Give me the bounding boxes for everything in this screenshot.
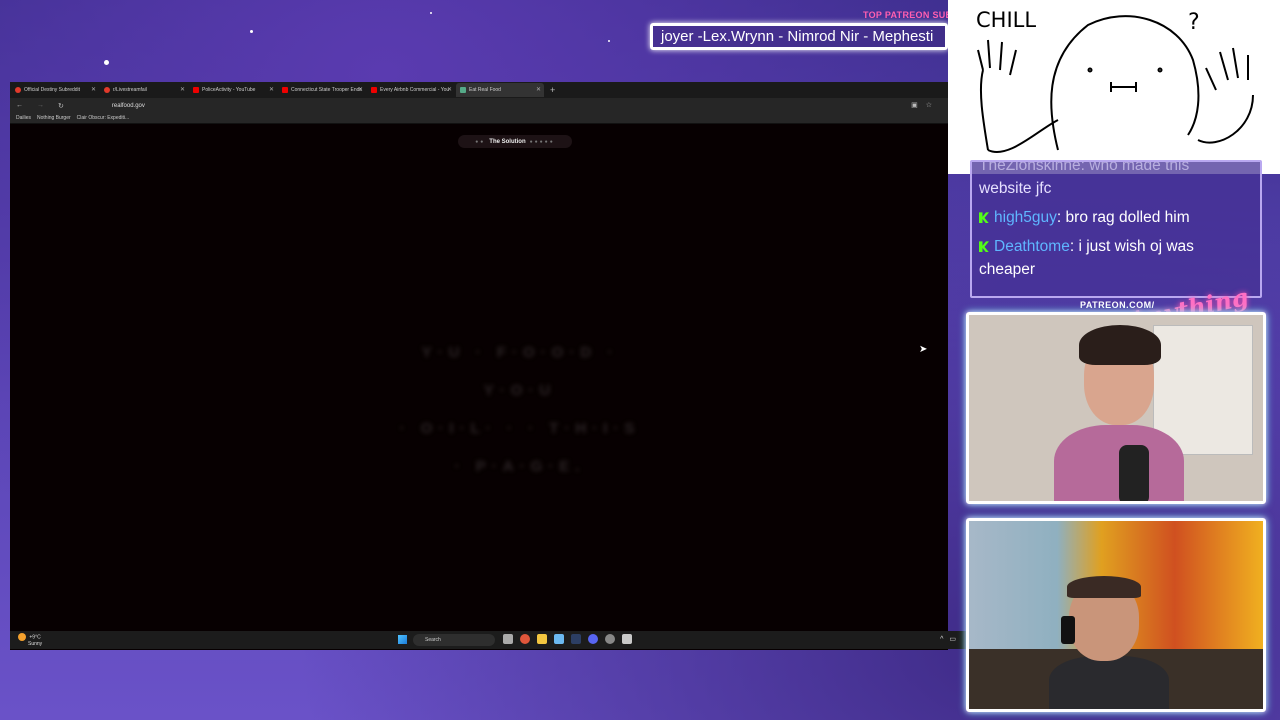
obs-icon[interactable] [605,634,615,644]
person-hair [1067,576,1141,598]
section-label: The Solution [489,138,526,145]
reload-icon[interactable]: ↻ [58,102,64,110]
steam-icon[interactable] [571,634,581,644]
reddit-icon [104,87,110,93]
youtube-icon [193,87,199,93]
person-hair [1079,325,1161,365]
guest-person [1049,561,1169,709]
section-nav-pill[interactable]: ●● The Solution ●●●●● [458,135,572,148]
taskbar-search[interactable]: Search [413,634,495,646]
webcam-guest [966,518,1266,712]
bookmark-item[interactable]: Dailies [16,115,31,121]
bookmark-item[interactable]: Clair Obscur: Expediti... [77,115,130,121]
close-icon[interactable]: ✕ [269,86,274,93]
tab-destiny-subreddit[interactable]: Official Destiny Subreddit ✕ [11,83,99,97]
forward-icon[interactable]: → [37,102,44,109]
browser-window: Official Destiny Subreddit ✕ r/Livestream… [10,82,948,650]
bookmark-item[interactable]: Nothing Burger [37,115,71,121]
reader-icon[interactable]: ▣ [911,102,926,109]
patreon-ticker: joyer -Lex.Wrynn - Nimrod Nir - Mephesti [650,23,948,50]
monitor-icon[interactable]: ▭ [949,636,962,643]
person-body [1049,656,1169,709]
close-icon[interactable]: ✕ [447,86,452,93]
tab-livestreamfail[interactable]: r/Livestreamfail ✕ [100,83,188,97]
star [608,40,610,42]
bookmark-star-icon[interactable]: ☆ [926,102,940,109]
close-icon[interactable]: ✕ [180,86,185,93]
browser-toolbar: ← → ↻ realfood.gov ▣☆ [10,98,948,113]
tab-airbnb-commercial[interactable]: Every Airbnb Commercial - You ✕ [367,83,455,97]
chat-username: high5guy [994,209,1057,226]
chill-sketch-panel: CHILL ? [948,0,1280,174]
discord-icon[interactable] [588,634,598,644]
tab-policeactivity[interactable]: PoliceActivity - YouTube ✕ [189,83,277,97]
close-icon[interactable]: ✕ [536,86,541,93]
top-patreon-label: TOP PATREON SUBS [863,10,959,20]
tab-ct-trooper[interactable]: Connecticut State Trooper Ends ✕ [278,83,366,97]
back-icon[interactable]: ← [16,102,23,109]
page-icon [460,87,466,93]
hero-line: · O·I·L· · · T·H·I·S · P·A·G·E. [399,420,641,475]
sketch-drawing [977,15,1254,153]
hero-line: Y·U · F·O·O·D · Y·O·U [421,344,619,399]
chat-message: high5guy: bro rag dolled him [979,206,1253,229]
windows-taskbar: +9°C Sunny Search ^▭ [10,631,968,649]
section-dots[interactable]: ●● [475,139,485,145]
star [104,60,109,65]
task-view-icon[interactable] [503,634,513,644]
new-tab-button[interactable]: + [550,85,555,95]
stream-chat-panel: TheZionskinne: who made this website jfc… [970,160,1262,298]
chat-message: Deathtome: i just wish oj was cheaper [979,238,1194,278]
reddit-icon [15,87,21,93]
chat-username: Deathtome [994,238,1070,255]
weather-widget[interactable]: +9°C Sunny [18,633,42,647]
youtube-icon [282,87,288,93]
phone-icon [1061,616,1075,644]
microphone-icon [1119,445,1149,501]
windows-start-icon[interactable] [398,635,407,644]
section-dots[interactable]: ●●●●● [530,139,555,145]
chevron-up-icon[interactable]: ^ [940,636,949,643]
webcam-host [966,312,1266,504]
mouse-cursor-icon: ➤ [919,344,928,355]
star [430,12,432,14]
taskbar-apps [503,634,639,644]
close-icon[interactable]: ✕ [358,86,363,93]
toolbar-actions: ▣☆ [911,101,940,109]
address-bar[interactable]: realfood.gov [112,103,145,109]
chat-text: bro rag dolled him [1065,209,1190,226]
hero-text: Y·U · F·O·O·D · Y·O·U · O·I·L· · · T·H·I… [390,334,650,486]
tab-bar: Official Destiny Subreddit ✕ r/Livestream… [10,82,948,98]
tab-eat-real-food[interactable]: Eat Real Food ✕ [456,83,544,97]
settings-gear-icon[interactable] [622,634,632,644]
youtube-icon [371,87,377,93]
chat-message: TheZionskinne: who made this website jfc [979,160,1190,197]
bookmarks-bar: Dailies Nothing Burger Clair Obscur: Exp… [10,113,948,124]
kick-badge-icon [979,212,989,224]
folder-icon[interactable] [537,634,547,644]
system-tray: ^▭ [940,635,962,643]
app-icon[interactable] [554,634,564,644]
close-icon[interactable]: ✕ [91,86,96,93]
star [250,30,253,33]
firefox-icon[interactable] [520,634,530,644]
sun-icon [18,633,26,641]
ticker-text: joyer -Lex.Wrynn - Nimrod Nir - Mephesti [661,28,934,45]
kick-badge-icon [979,241,989,253]
